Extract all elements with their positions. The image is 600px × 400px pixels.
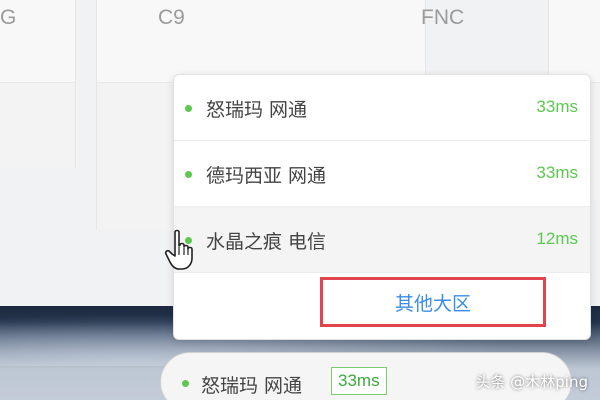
other-regions-label: 其他大区 — [394, 293, 471, 315]
server-list-item[interactable]: 德玛西亚 网通 33ms — [174, 141, 590, 207]
server-latency: 33ms — [536, 163, 578, 182]
selected-server-name: 怒瑞玛 网通 — [201, 375, 303, 397]
server-name: 水晶之痕 电信 — [206, 231, 327, 253]
server-name: 德玛西亚 网通 — [206, 165, 327, 187]
team-card-body — [0, 82, 75, 168]
server-list-item[interactable]: 怒瑞玛 网通 33ms — [174, 75, 590, 141]
watermark: 头条 @木林ping — [475, 373, 589, 391]
other-regions-button[interactable]: 其他大区 — [320, 277, 546, 327]
server-latency: 33ms — [536, 97, 578, 116]
server-list-item-hovered[interactable]: 水晶之痕 电信 12ms — [174, 207, 590, 273]
selected-server-latency: 33ms — [331, 367, 387, 395]
status-dot-icon — [185, 105, 192, 112]
server-list-popup: 怒瑞玛 网通 33ms 德玛西亚 网通 33ms 水晶之痕 电信 12ms 其他… — [173, 74, 591, 340]
team-label-g: G — [0, 6, 17, 29]
server-latency: 12ms — [536, 229, 578, 248]
server-name: 怒瑞玛 网通 — [206, 99, 308, 121]
team-label-c9: C9 — [158, 6, 185, 29]
status-dot-icon — [185, 171, 192, 178]
team-label-fnc: FNC — [421, 6, 465, 29]
status-dot-icon — [182, 380, 189, 387]
hand-cursor-icon — [164, 229, 193, 270]
